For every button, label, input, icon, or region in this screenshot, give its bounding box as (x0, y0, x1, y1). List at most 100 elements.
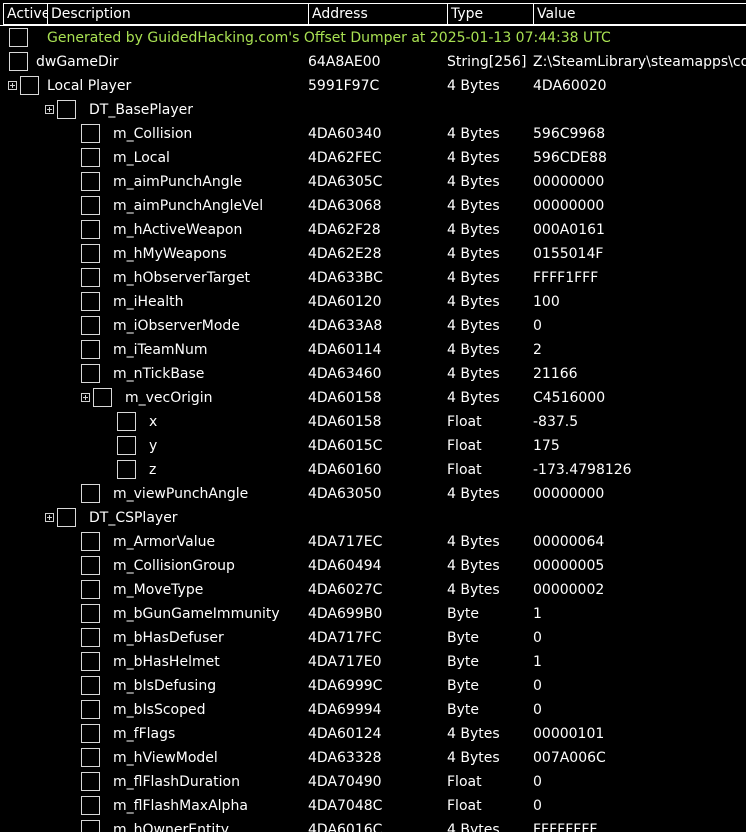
active-checkbox[interactable] (81, 580, 100, 599)
active-checkbox[interactable] (20, 76, 39, 95)
entry-type: Float (447, 414, 482, 430)
entry-description: m_hObserverTarget (113, 270, 251, 286)
entry-value: C4516000 (533, 390, 606, 406)
address-row[interactable]: m_hViewModel 4DA63328 4 Bytes 007A006C (0, 746, 746, 770)
address-row[interactable]: m_hActiveWeapon 4DA62F28 4 Bytes 000A0161 (0, 218, 746, 242)
active-checkbox[interactable] (81, 556, 100, 575)
header-active[interactable]: Active (3, 3, 48, 25)
address-row[interactable]: m_iHealth 4DA60120 4 Bytes 100 (0, 290, 746, 314)
active-checkbox[interactable] (81, 724, 100, 743)
active-checkbox[interactable] (81, 340, 100, 359)
entry-description: m_fFlags (113, 726, 176, 742)
active-checkbox[interactable] (81, 604, 100, 623)
active-checkbox[interactable] (81, 244, 100, 263)
address-row[interactable]: m_nTickBase 4DA63460 4 Bytes 21166 (0, 362, 746, 386)
address-row[interactable]: m_bHasDefuser 4DA717FC Byte 0 (0, 626, 746, 650)
address-row[interactable]: dwGameDir 64A8AE00 String[256] Z:\SteamLibr… (0, 50, 746, 74)
entry-address: 4DA60114 (308, 342, 382, 358)
header-type[interactable]: Type (447, 3, 534, 25)
address-row[interactable]: m_hOwnerEntity 4DA6016C 4 Bytes FFFFFFFF (0, 818, 746, 832)
address-row[interactable]: m_Local 4DA62FEC 4 Bytes 596CDE88 (0, 146, 746, 170)
address-row[interactable]: m_iObserverMode 4DA633A8 4 Bytes 0 (0, 314, 746, 338)
active-checkbox[interactable] (81, 220, 100, 239)
active-checkbox[interactable] (81, 628, 100, 647)
entry-type: 4 Bytes (447, 342, 500, 358)
active-checkbox[interactable] (81, 820, 100, 832)
active-checkbox[interactable] (81, 172, 100, 191)
active-checkbox[interactable] (81, 292, 100, 311)
active-checkbox[interactable] (81, 196, 100, 215)
entry-address: 4DA63328 (308, 750, 382, 766)
active-checkbox[interactable] (81, 484, 100, 503)
address-row[interactable]: y 4DA6015C Float 175 (0, 434, 746, 458)
active-checkbox[interactable] (81, 148, 100, 167)
address-row[interactable]: m_vecOrigin 4DA60158 4 Bytes C4516000 (0, 386, 746, 410)
address-row[interactable]: m_flFlashDuration 4DA70490 Float 0 (0, 770, 746, 794)
address-row[interactable]: m_fFlags 4DA60124 4 Bytes 00000101 (0, 722, 746, 746)
address-row[interactable]: m_hObserverTarget 4DA633BC 4 Bytes FFFF1FFF (0, 266, 746, 290)
address-row[interactable]: m_iTeamNum 4DA60114 4 Bytes 2 (0, 338, 746, 362)
entry-description: m_aimPunchAngle (113, 174, 243, 190)
comment-row[interactable]: Generated by GuidedHacking.com's Offset … (0, 26, 746, 50)
active-checkbox[interactable] (81, 124, 100, 143)
address-row[interactable]: m_viewPunchAngle 4DA63050 4 Bytes 00000000 (0, 482, 746, 506)
address-row[interactable]: m_flFlashMaxAlpha 4DA7048C Float 0 (0, 794, 746, 818)
active-checkbox[interactable] (117, 460, 136, 479)
plus-icon[interactable] (45, 513, 54, 522)
plus-icon[interactable] (81, 393, 90, 402)
active-checkbox[interactable] (117, 436, 136, 455)
active-checkbox[interactable] (81, 652, 100, 671)
address-row[interactable]: m_bHasHelmet 4DA717E0 Byte 1 (0, 650, 746, 674)
plus-icon[interactable] (45, 105, 54, 114)
entry-value: 175 (533, 438, 560, 454)
address-row[interactable]: m_MoveType 4DA6027C 4 Bytes 00000002 (0, 578, 746, 602)
address-row[interactable]: DT_BasePlayer (0, 98, 746, 122)
address-row[interactable]: Local Player 5991F97C 4 Bytes 4DA60020 (0, 74, 746, 98)
address-row[interactable]: m_bGunGameImmunity 4DA699B0 Byte 1 (0, 602, 746, 626)
active-checkbox[interactable] (9, 52, 28, 71)
entry-type: Byte (447, 606, 479, 622)
entry-type: 4 Bytes (447, 486, 500, 502)
active-checkbox[interactable] (117, 412, 136, 431)
active-checkbox[interactable] (81, 676, 100, 695)
active-checkbox[interactable] (9, 28, 28, 47)
entry-address: 4DA633A8 (308, 318, 383, 334)
active-checkbox[interactable] (81, 364, 100, 383)
entry-address: 4DA7048C (308, 798, 383, 814)
entry-type: 4 Bytes (447, 750, 500, 766)
address-row[interactable]: m_Collision 4DA60340 4 Bytes 596C9968 (0, 122, 746, 146)
entry-address: 4DA6305C (308, 174, 383, 190)
header-address[interactable]: Address (308, 3, 448, 25)
active-checkbox[interactable] (81, 532, 100, 551)
entry-type: Byte (447, 654, 479, 670)
address-row[interactable]: m_bIsScoped 4DA69994 Byte 0 (0, 698, 746, 722)
header-value[interactable]: Value (533, 3, 746, 25)
active-checkbox[interactable] (81, 268, 100, 287)
active-checkbox[interactable] (57, 100, 76, 119)
active-checkbox[interactable] (81, 796, 100, 815)
address-row[interactable]: DT_CSPlayer (0, 506, 746, 530)
address-row[interactable]: m_aimPunchAngle 4DA6305C 4 Bytes 00000000 (0, 170, 746, 194)
active-checkbox[interactable] (81, 700, 100, 719)
address-row[interactable]: m_bIsDefusing 4DA6999C Byte 0 (0, 674, 746, 698)
address-row[interactable]: m_ArmorValue 4DA717EC 4 Bytes 00000064 (0, 530, 746, 554)
active-checkbox[interactable] (81, 748, 100, 767)
plus-icon[interactable] (8, 81, 17, 90)
address-row[interactable]: z 4DA60160 Float -173.4798126 (0, 458, 746, 482)
entry-type: 4 Bytes (447, 822, 500, 832)
entry-value: 596C9968 (533, 126, 606, 142)
entry-address: 4DA633BC (308, 270, 383, 286)
active-checkbox[interactable] (81, 772, 100, 791)
header-description[interactable]: Description (47, 3, 309, 25)
active-checkbox[interactable] (81, 316, 100, 335)
address-row[interactable]: m_aimPunchAngleVel 4DA63068 4 Bytes 0000000… (0, 194, 746, 218)
active-checkbox[interactable] (93, 388, 112, 407)
address-row[interactable]: x 4DA60158 Float -837.5 (0, 410, 746, 434)
address-row[interactable]: m_CollisionGroup 4DA60494 4 Bytes 00000005 (0, 554, 746, 578)
entry-description: Local Player (47, 78, 132, 94)
entry-description: z (149, 462, 157, 478)
entry-value: -837.5 (533, 414, 579, 430)
address-row[interactable]: m_hMyWeapons 4DA62E28 4 Bytes 0155014F (0, 242, 746, 266)
entry-value: 1 (533, 654, 542, 670)
active-checkbox[interactable] (57, 508, 76, 527)
